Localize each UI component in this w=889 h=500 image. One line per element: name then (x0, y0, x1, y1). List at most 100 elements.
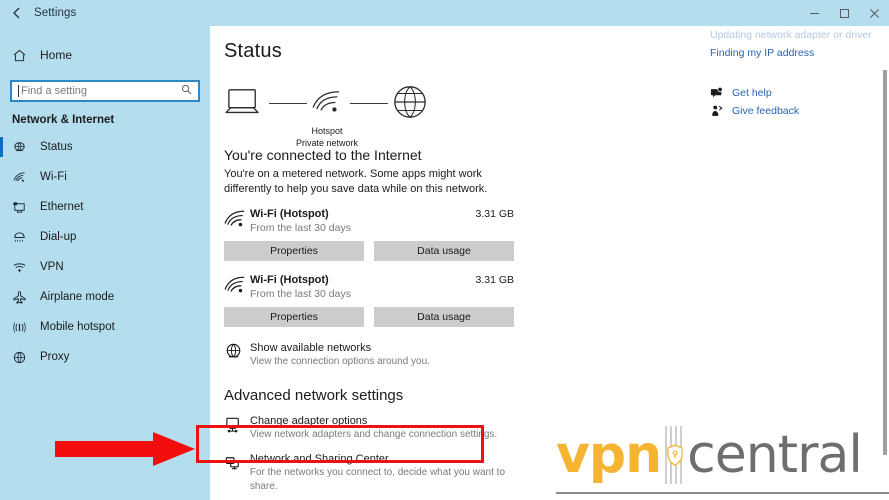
adapter-text: Wi-Fi (Hotspot) From the last 30 days (250, 273, 475, 301)
sidebar-item-home[interactable]: Home (0, 40, 210, 70)
watermark-brand-first: vpn (556, 425, 662, 485)
connection-status-description: You're on a metered network. Some apps m… (224, 168, 488, 195)
adapter-buttons: Properties Data usage (224, 241, 514, 261)
data-usage-button[interactable]: Data usage (374, 241, 514, 261)
diagram-link-right (350, 103, 388, 104)
sidebar-item-vpn[interactable]: VPN (0, 252, 210, 282)
adapter-header: Wi-Fi (Hotspot) From the last 30 days 3.… (224, 273, 514, 301)
sidebar-item-wifi[interactable]: Wi-Fi (0, 162, 210, 192)
adapter-entry: Wi-Fi (Hotspot) From the last 30 days 3.… (224, 273, 514, 327)
diagram-caption-line2: Private network (295, 138, 359, 148)
restore-icon[interactable] (829, 0, 859, 26)
globe-icon (224, 341, 250, 366)
sidebar-item-ethernet[interactable]: Ethernet (0, 192, 210, 222)
network-sharing-center-item[interactable]: Network and Sharing Center For the netwo… (224, 452, 534, 494)
sidebar-item-wifi-label: Wi-Fi (40, 171, 67, 183)
wifi-icon (312, 89, 342, 120)
shield-icon (667, 444, 683, 471)
sidebar-item-mobile-hotspot-label: Mobile hotspot (40, 321, 115, 333)
show-available-networks-item[interactable]: Show available networks View the connect… (224, 341, 524, 369)
properties-button[interactable]: Properties (224, 307, 364, 327)
change-adapter-options-subtitle: View network adapters and change connect… (250, 429, 498, 440)
adapter-subtitle: From the last 30 days (250, 222, 351, 234)
back-arrow-icon[interactable] (0, 0, 34, 26)
sidebar-nav-list: Status Wi-Fi Ethernet Dial-up VPN Airpla… (0, 132, 210, 372)
network-diagram: Hotspot Private network (224, 75, 454, 148)
adapter-header: Wi-Fi (Hotspot) From the last 30 days 3.… (224, 207, 514, 235)
sidebar-item-status-label: Status (40, 141, 73, 153)
globe-icon (392, 84, 428, 125)
diagram-caption-line1: Hotspot (311, 126, 343, 136)
adapter-name: Wi-Fi (Hotspot) (250, 208, 329, 220)
dialup-icon (12, 230, 36, 245)
change-adapter-options-title: Change adapter options (250, 415, 368, 427)
vpn-icon (12, 260, 36, 275)
diagram-caption: Hotspot Private network (267, 125, 387, 149)
search-box[interactable] (10, 80, 200, 102)
sidebar-category-label: Network & Internet (12, 114, 115, 126)
show-available-networks-title: Show available networks (250, 342, 372, 354)
monitor-network-icon (224, 414, 250, 439)
text-caret (18, 85, 19, 97)
wifi-icon (224, 207, 250, 234)
sidebar-item-dialup[interactable]: Dial-up (0, 222, 210, 252)
show-available-networks-text: Show available networks View the connect… (250, 341, 430, 369)
rail-link-finding-ip[interactable]: Finding my IP address (710, 44, 875, 62)
help-chat-icon (710, 86, 732, 100)
change-adapter-options-item[interactable]: Change adapter options View network adap… (224, 414, 524, 442)
window-controls (799, 0, 889, 26)
sidebar-item-proxy[interactable]: Proxy (0, 342, 210, 372)
adapter-buttons: Properties Data usage (224, 307, 514, 327)
settings-window: Settings Home Find a setting Network & I… (0, 0, 889, 500)
adapter-name: Wi-Fi (Hotspot) (250, 274, 329, 286)
adapter-data-usage-value: 3.31 GB (475, 208, 514, 220)
watermark-brand-second: central (687, 425, 863, 485)
right-arrow-annotation (55, 432, 195, 471)
help-rail: Updating network adapter or driver Findi… (710, 26, 875, 118)
watermark-divider (661, 426, 687, 484)
network-sharing-center-title: Network and Sharing Center (249, 453, 389, 465)
sidebar-item-ethernet-label: Ethernet (40, 201, 84, 213)
minimize-icon[interactable] (799, 0, 829, 26)
hotspot-icon (12, 320, 36, 335)
sidebar-item-proxy-label: Proxy (40, 351, 70, 363)
scrollbar-thumb[interactable] (883, 70, 887, 455)
sidebar-item-status[interactable]: Status (0, 132, 210, 162)
connection-status-heading: You're connected to the Internet (224, 147, 422, 163)
home-icon (12, 48, 36, 63)
sidebar-item-vpn-label: VPN (40, 261, 64, 273)
sidebar-item-home-label: Home (40, 48, 73, 62)
watermark-logo: vpn central (556, 425, 863, 485)
close-icon[interactable] (859, 0, 889, 26)
rail-link-cut[interactable]: Updating network adapter or driver (710, 26, 875, 44)
sidebar-item-airplane-mode-label: Airplane mode (40, 291, 115, 303)
properties-button[interactable]: Properties (224, 241, 364, 261)
sidebar-item-mobile-hotspot[interactable]: Mobile hotspot (0, 312, 210, 342)
network-sharing-center-subtitle: For the networks you connect to, decide … (249, 467, 506, 492)
diagram-link-left (269, 103, 307, 104)
change-adapter-options-text: Change adapter options View network adap… (250, 414, 497, 442)
feedback-person-icon (710, 104, 732, 118)
data-usage-button[interactable]: Data usage (374, 307, 514, 327)
search-input[interactable] (21, 85, 177, 97)
sidebar: Home Network & Internet Status Wi-Fi (0, 26, 210, 500)
status-globe-icon (12, 140, 36, 155)
adapter-subtitle: From the last 30 days (250, 288, 351, 300)
wifi-icon (12, 170, 36, 185)
get-help-label: Get help (732, 87, 772, 99)
laptop-icon (224, 87, 262, 124)
watermark-underline (556, 492, 889, 494)
search-icon[interactable] (181, 84, 192, 98)
sidebar-item-dialup-label: Dial-up (40, 231, 77, 243)
sidebar-item-airplane-mode[interactable]: Airplane mode (0, 282, 210, 312)
title-bar: Settings (0, 0, 889, 26)
airplane-icon (12, 290, 36, 305)
give-feedback-link[interactable]: Give feedback (710, 104, 875, 118)
get-help-link[interactable]: Get help (710, 86, 875, 100)
wifi-icon (224, 273, 250, 300)
sharing-center-icon (224, 452, 250, 477)
settings-page: Status Hotspot Private network You're co… (210, 26, 889, 494)
adapter-text: Wi-Fi (Hotspot) From the last 30 days (250, 207, 475, 235)
network-sharing-center-text: Network and Sharing Center For the netwo… (250, 452, 534, 494)
ethernet-icon (12, 200, 36, 215)
